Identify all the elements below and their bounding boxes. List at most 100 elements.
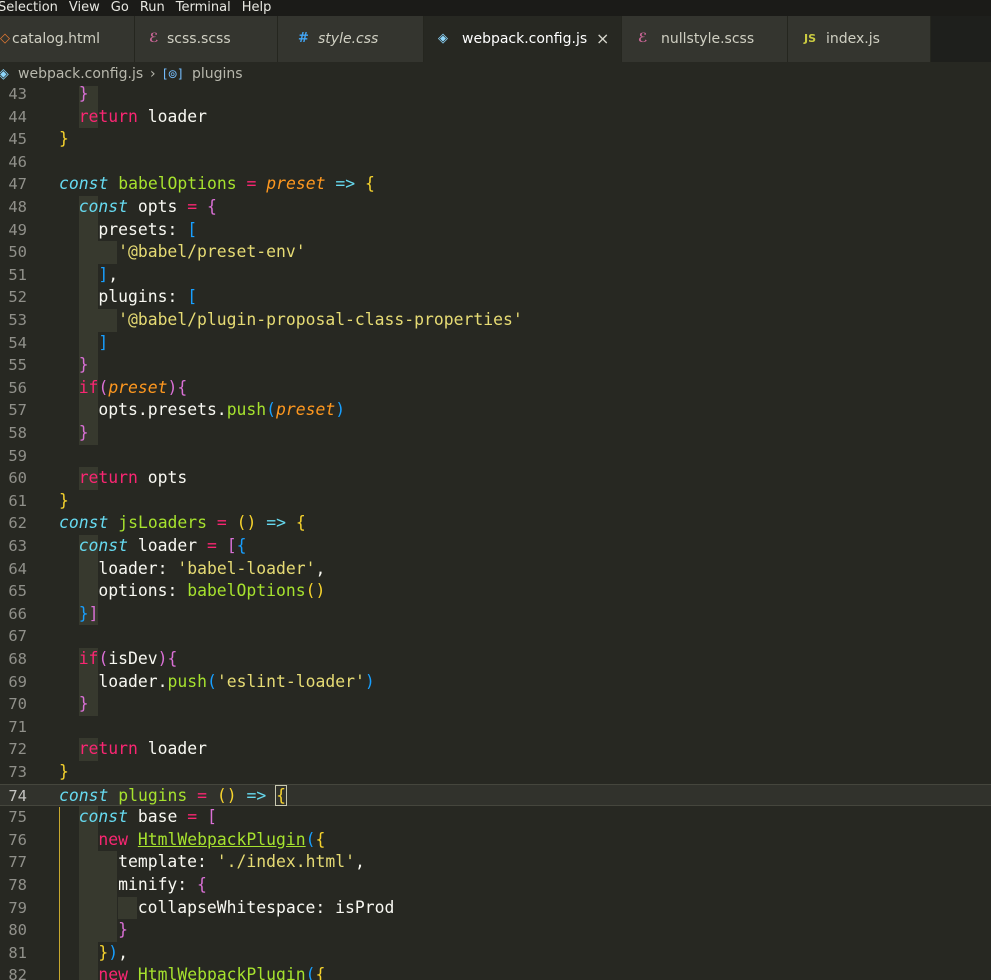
code-line[interactable]: 73}	[0, 761, 991, 784]
code-token: [	[187, 287, 198, 307]
tab-style-css[interactable]: # style.css	[278, 16, 424, 62]
breadcrumb-separator-icon: ›	[150, 66, 156, 82]
tab-index-js[interactable]: JS index.js	[788, 16, 931, 62]
code-text: ]	[98, 332, 108, 355]
code-line[interactable]: 71	[0, 716, 991, 739]
code-line[interactable]: 82 new HtmlWebpackPlugin({	[0, 964, 991, 980]
code-token: ,	[354, 852, 365, 872]
code-token: const	[59, 513, 109, 533]
code-text: return opts	[79, 467, 188, 490]
indent-guide	[78, 263, 98, 287]
code-line[interactable]: 62 const jsLoaders = () => {	[0, 512, 991, 535]
code-line[interactable]: 70}	[0, 693, 991, 716]
code-line[interactable]: 51],	[0, 263, 991, 287]
close-icon[interactable]: ×	[596, 16, 609, 62]
tab-webpack-config-js[interactable]: ◈ webpack.config.js ×	[424, 16, 622, 62]
line-number: 63	[8, 537, 27, 555]
code-line[interactable]: 74 const plugins = () => {	[0, 783, 991, 807]
code-line[interactable]: 68 if(isDev){	[0, 648, 991, 671]
code-line[interactable]: 56 if(preset){	[0, 376, 991, 400]
menu-help[interactable]: Help	[242, 0, 272, 15]
code-token: }	[78, 355, 89, 375]
code-token: return	[78, 106, 138, 126]
code-line[interactable]: 75 const base = [	[0, 806, 991, 829]
code-token: const	[59, 174, 109, 194]
editor-tab-bar: ◇ catalog.html ℰscss.scss # style.css ◈ webpac…	[0, 16, 991, 62]
menu-bar: Selection View Go Run Terminal Help	[0, 0, 991, 16]
code-text: options: babelOptions()	[98, 580, 325, 603]
breadcrumb-symbol[interactable]: plugins	[192, 62, 243, 86]
line-number: 54	[8, 333, 27, 352]
code-token: 'eslint-loader'	[216, 671, 365, 691]
code-token: (	[216, 785, 227, 805]
code-line[interactable]: 50 '@babel/preset-env'	[0, 241, 991, 264]
breadcrumb-file[interactable]: webpack.config.js	[18, 62, 143, 86]
indent-guide	[78, 874, 98, 897]
code-line[interactable]: 52 plugins: [	[0, 286, 991, 309]
menu-terminal[interactable]: Terminal	[176, 0, 231, 15]
code-line[interactable]: 58}	[0, 422, 991, 445]
code-token: {	[315, 829, 326, 849]
line-number: 72	[8, 740, 27, 759]
code-token: [	[226, 536, 237, 555]
code-line[interactable]: 69 loader.push('eslint-loader')	[0, 670, 991, 694]
code-line[interactable]: 65 options: babelOptions()	[0, 580, 991, 603]
code-line[interactable]: 43}	[0, 86, 991, 106]
code-text: const opts = {	[79, 196, 217, 219]
code-line[interactable]: 59	[0, 445, 991, 468]
code-token: ,	[108, 264, 119, 284]
code-line[interactable]: 76 new HtmlWebpackPlugin({	[0, 828, 991, 852]
sass-file-icon: ℰ	[638, 31, 648, 46]
code-line[interactable]: 49 presets: [	[0, 218, 991, 242]
menu-selection[interactable]: Selection	[0, 0, 58, 15]
code-line[interactable]: 77 template: './index.html',	[0, 851, 991, 874]
code-line[interactable]: 63 const loader = [{	[0, 535, 991, 558]
code-line[interactable]: 55}	[0, 354, 991, 377]
code-token: )	[246, 513, 257, 533]
code-line[interactable]: 60 return opts	[0, 467, 991, 490]
code-line[interactable]: 46	[0, 151, 991, 174]
code-token: {	[197, 875, 207, 894]
code-line[interactable]: 79 collapseWhitespace: isProd	[0, 896, 991, 920]
code-text: template: './index.html',	[118, 851, 365, 874]
code-line[interactable]: 66}]	[0, 602, 991, 626]
tab-catalog-html[interactable]: ◇ catalog.html	[0, 16, 135, 62]
line-number: 62	[8, 514, 27, 533]
code-token: collapseWhitespace: isProd	[137, 897, 395, 917]
tab-nullstyle-scss[interactable]: ℰnullstyle.scss	[622, 16, 788, 62]
line-number: 61	[8, 491, 27, 510]
code-token: loader:	[98, 558, 178, 578]
code-text: return loader	[79, 106, 207, 129]
code-text: plugins: [	[98, 286, 197, 309]
tab-scss-scss[interactable]: ℰscss.scss	[135, 16, 278, 62]
code-line[interactable]: 44 return loader	[0, 105, 991, 129]
code-line[interactable]: 53 '@babel/plugin-proposal-class-properti…	[0, 309, 991, 332]
code-line[interactable]: 67	[0, 625, 991, 648]
code-line[interactable]: 48 const opts = {	[0, 196, 991, 219]
code-line[interactable]: 81}),	[0, 941, 991, 965]
indent-guide	[98, 851, 118, 874]
code-token: plugins	[118, 785, 188, 805]
code-token: return	[78, 468, 138, 488]
menu-run[interactable]: Run	[140, 0, 165, 15]
code-token: =	[206, 536, 217, 555]
line-number: 78	[8, 876, 27, 894]
code-line[interactable]: 80}	[0, 919, 991, 942]
code-line[interactable]: 54]	[0, 331, 991, 355]
line-number: 44	[8, 107, 27, 126]
code-token: {	[236, 536, 247, 555]
menu-go[interactable]: Go	[111, 0, 129, 15]
code-line[interactable]: 61}	[0, 490, 991, 513]
code-line[interactable]: 78 minify: {	[0, 874, 991, 897]
code-line[interactable]: 45}	[0, 128, 991, 151]
code-line[interactable]: 47 const babelOptions = preset => {	[0, 173, 991, 196]
menu-view[interactable]: View	[69, 0, 100, 15]
code-line[interactable]: 64 loader: 'babel-loader',	[0, 557, 991, 581]
code-editor[interactable]: 43} 44 return loader 45} 46 47 const babelOpti…	[0, 86, 991, 980]
code-token: presets:	[98, 219, 188, 239]
code-line[interactable]: 72 return loader	[0, 738, 991, 761]
code-line[interactable]: 57 opts.presets.push(preset)	[0, 399, 991, 422]
